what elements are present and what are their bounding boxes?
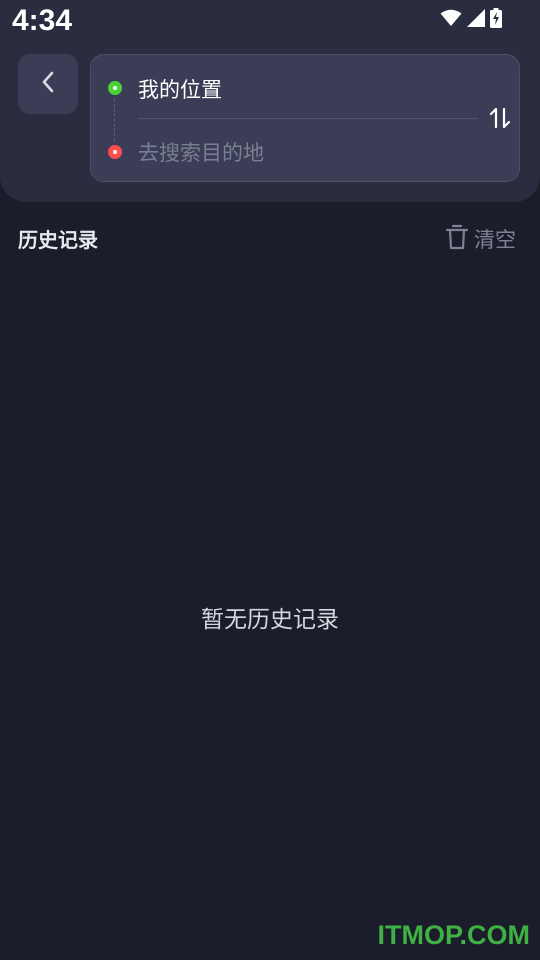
destination-dot [108, 145, 122, 159]
status-bar: 4:34 [0, 0, 540, 44]
route-connector-line [114, 99, 115, 141]
trash-icon [445, 224, 469, 254]
swap-button[interactable] [485, 105, 515, 135]
status-icons [440, 6, 502, 30]
route-card: 我的位置 [90, 54, 520, 182]
origin-dot [108, 81, 122, 95]
app-screen: 4:34 我的位置 去搜索目的地 历史记录 清空 暂无历史记录 ITMOP.CO… [0, 0, 540, 960]
route-header: 4:34 我的位置 去搜索目的地 [0, 0, 540, 202]
status-time: 4:34 [12, 4, 73, 37]
chevron-left-icon [41, 70, 55, 98]
destination-search-input[interactable] [138, 136, 468, 170]
swap-vertical-icon [488, 106, 512, 134]
signal-icon [466, 9, 486, 27]
back-button[interactable] [18, 54, 78, 114]
clear-label: 清空 [474, 228, 516, 252]
battery-charging-icon [490, 8, 502, 28]
watermark-logo: ITMOP.COM [377, 920, 530, 950]
card-divider [138, 118, 478, 119]
empty-history-message: 暂无历史记录 [201, 607, 339, 633]
wifi-icon [440, 9, 462, 27]
clear-history-button[interactable]: 清空 [445, 224, 516, 254]
history-title: 历史记录 [18, 228, 98, 252]
origin-field[interactable]: 我的位置 [138, 74, 222, 104]
